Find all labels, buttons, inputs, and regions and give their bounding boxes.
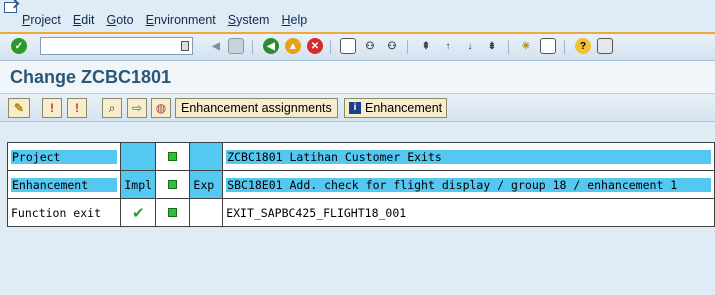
impl-cell <box>120 142 157 171</box>
enhancement-assignments-button[interactable]: Enhancement assignments <box>175 98 338 118</box>
status-cell <box>155 170 191 199</box>
command-field[interactable] <box>40 37 193 55</box>
impl-label: Impl <box>124 177 153 192</box>
first-page-icon[interactable]: ⇞ <box>418 38 434 54</box>
collapse-arrow-icon[interactable]: ◀ <box>208 38 224 54</box>
menu-goto[interactable]: Goto <box>106 13 133 27</box>
toolbar-separator <box>564 40 565 54</box>
last-page-icon[interactable]: ⇟ <box>484 38 500 54</box>
row-description[interactable]: EXIT_SAPBC425_FLIGHT18_001 <box>226 205 407 220</box>
enhancement-label: Enhancement <box>365 101 443 115</box>
description-cell: ZCBC1801 Latihan Customer Exits <box>222 142 715 171</box>
toolbar-separator <box>508 40 509 54</box>
create-session-icon[interactable]: ✳ <box>518 38 534 54</box>
toolbar-separator <box>330 40 331 54</box>
row-label[interactable]: Project <box>11 149 118 164</box>
title-bar: Change ZCBC1801 <box>0 61 715 94</box>
status-lamp-icon <box>168 207 178 217</box>
standard-toolbar: ✓ ◀ ◀ ▲ ✕ ⚇ ⚇ ⇞ ↑ ↓ ⇟ ✳ ? <box>0 34 715 61</box>
shortcut-icon[interactable] <box>540 38 556 54</box>
display-change-icon[interactable]: ✎ <box>8 98 30 118</box>
menu-system[interactable]: System <box>228 13 270 27</box>
page-title: Change ZCBC1801 <box>10 67 172 87</box>
check-icon[interactable]: ⌕ <box>102 98 122 118</box>
row-description[interactable]: SBC18E01 Add. check for flight display /… <box>226 177 711 192</box>
help-icon[interactable]: ? <box>575 38 591 54</box>
row-label[interactable]: Function exit <box>11 206 101 220</box>
project-structure-table: Project ZCBC1801 Latihan Customer Exits … <box>6 142 715 227</box>
menu-bar: Project Edit Goto Environment System Hel… <box>0 0 715 33</box>
description-cell: SBC18E01 Add. check for flight display /… <box>222 170 715 199</box>
next-page-icon[interactable]: ↓ <box>462 38 478 54</box>
row-label-cell: Enhancement <box>6 170 122 199</box>
status-cell <box>155 142 191 171</box>
previous-page-icon[interactable]: ↑ <box>440 38 456 54</box>
menu-help[interactable]: Help <box>281 13 307 27</box>
deactivate-icon[interactable]: ! <box>67 98 87 118</box>
row-description[interactable]: ZCBC1801 Latihan Customer Exits <box>226 149 711 164</box>
status-cell <box>155 198 191 227</box>
find-next-icon[interactable]: ⚇ <box>384 38 400 54</box>
back-icon[interactable]: ◀ <box>263 38 279 54</box>
description-cell: EXIT_SAPBC425_FLIGHT18_001 <box>222 198 715 227</box>
row-label-cell: Project <box>6 142 122 171</box>
row-label[interactable]: Enhancement <box>11 177 118 192</box>
exp-cell <box>189 142 224 171</box>
menu-project[interactable]: Project <box>22 13 61 27</box>
exp-cell: Exp <box>189 170 224 199</box>
implemented-check-icon: ✔ <box>131 203 145 222</box>
print-icon[interactable] <box>340 38 356 54</box>
find-icon[interactable]: ⚇ <box>362 38 378 54</box>
menu-environment[interactable]: Environment <box>146 13 216 27</box>
table-row: Function exit ✔ EXIT_SAPBC425_FLIGHT18_0… <box>6 198 715 227</box>
table-row: Project ZCBC1801 Latihan Customer Exits <box>6 142 715 171</box>
enhancement-button[interactable]: i Enhancement <box>344 98 448 118</box>
status-lamp-icon <box>168 179 178 189</box>
exit-icon[interactable]: ▲ <box>285 38 301 54</box>
info-icon: i <box>349 102 361 114</box>
exp-cell <box>189 198 224 227</box>
menu-items: Project Edit Goto Environment System Hel… <box>22 13 319 27</box>
toolbar-separator <box>407 40 408 54</box>
system-menu-icon[interactable] <box>4 2 17 13</box>
transfer-icon[interactable]: ⇨ <box>127 98 147 118</box>
table-row: Enhancement Impl Exp SBC18E01 Add. check… <box>6 170 715 199</box>
toolbar-separator <box>252 40 253 54</box>
application-toolbar: ✎ ! ! ⌕ ⇨ ◍ Enhancement assignments i En… <box>0 94 715 122</box>
row-label-cell: Function exit <box>6 198 122 227</box>
activate-icon[interactable]: ! <box>42 98 62 118</box>
status-lamp-icon <box>168 151 178 161</box>
impl-cell: ✔ <box>120 198 157 227</box>
enter-check-icon[interactable]: ✓ <box>11 38 27 54</box>
exp-label: Exp <box>193 177 215 192</box>
command-history-icon[interactable] <box>181 41 189 51</box>
impl-cell: Impl <box>120 170 157 199</box>
object-icon[interactable]: ◍ <box>151 98 171 118</box>
cancel-icon[interactable]: ✕ <box>307 38 323 54</box>
menu-edit[interactable]: Edit <box>73 13 95 27</box>
layout-menu-icon[interactable] <box>597 38 613 54</box>
save-icon[interactable] <box>228 38 244 54</box>
